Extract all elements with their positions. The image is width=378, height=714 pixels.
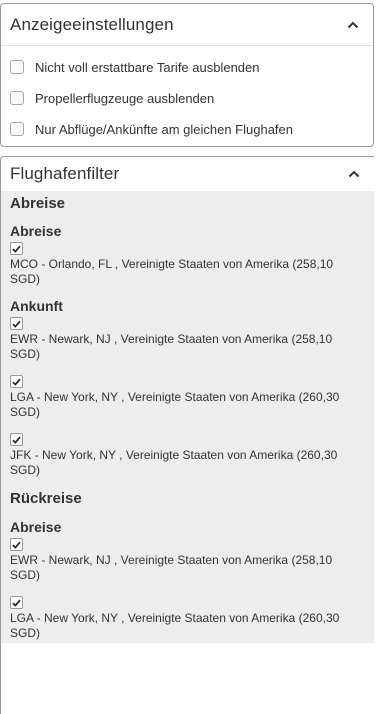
airport-filter-title: Flughafenfilter — [10, 164, 120, 183]
checkbox[interactable] — [10, 122, 24, 136]
airport-filter-body: Abreise Abreise MCO - Orlando, FL , Vere… — [1, 191, 374, 643]
checkbox-checked[interactable] — [10, 317, 23, 330]
chevron-up-icon[interactable] — [345, 17, 361, 33]
checkmark-icon — [12, 599, 21, 607]
option-hide-nonrefundable[interactable]: Nicht voll erstattbare Tarife ausblenden — [1, 53, 373, 81]
checkbox-checked[interactable] — [10, 596, 23, 609]
checkbox[interactable] — [10, 91, 24, 105]
display-settings-header[interactable]: Anzeigeeinstellungen — [1, 4, 373, 46]
option-label: Propellerflugzeuge ausblenden — [35, 90, 215, 106]
outbound-arrival-title: Ankunft — [10, 298, 63, 314]
checkbox-checked[interactable] — [10, 538, 23, 551]
airport-option-ewr-return[interactable]: EWR - Newark, NJ , Vereinigte Staaten vo… — [10, 538, 374, 583]
option-label: Nur Abflüge/Ankünfte am gleichen Flughaf… — [35, 121, 294, 137]
airport-option-lga[interactable]: LGA - New York, NY , Vereinigte Staaten … — [10, 375, 374, 420]
airport-label: LGA - New York, NY , Vereinigte Staaten … — [10, 611, 340, 640]
airport-label: MCO - Orlando, FL , Vereinigte Staaten v… — [10, 257, 334, 286]
checkmark-icon — [12, 245, 21, 253]
airport-label: EWR - Newark, NJ , Vereinigte Staaten vo… — [10, 553, 333, 582]
checkmark-icon — [12, 436, 21, 444]
checkbox-checked[interactable] — [10, 433, 23, 446]
outbound-departure-title: Abreise — [10, 223, 62, 239]
checkmark-icon — [12, 320, 21, 328]
airport-option-mco[interactable]: MCO - Orlando, FL , Vereinigte Staaten v… — [10, 242, 374, 287]
display-settings-panel: Anzeigeeinstellungen Nicht voll erstattb… — [0, 3, 374, 147]
option-same-airport[interactable]: Nur Abflüge/Ankünfte am gleichen Flughaf… — [1, 115, 373, 143]
airport-option-lga-return[interactable]: LGA - New York, NY , Vereinigte Staaten … — [10, 596, 374, 641]
option-hide-propeller[interactable]: Propellerflugzeuge ausblenden — [1, 84, 373, 112]
airport-label: LGA - New York, NY , Vereinigte Staaten … — [10, 390, 340, 419]
airport-label: EWR - Newark, NJ , Vereinigte Staaten vo… — [10, 332, 333, 361]
airport-filter-header[interactable]: Flughafenfilter — [1, 157, 374, 191]
display-settings-title: Anzeigeeinstellungen — [10, 14, 174, 34]
checkbox-checked[interactable] — [10, 242, 23, 255]
checkbox-checked[interactable] — [10, 375, 23, 388]
return-departure-title: Abreise — [10, 519, 62, 535]
checkmark-icon — [12, 541, 21, 549]
chevron-up-icon[interactable] — [346, 166, 362, 182]
airport-option-ewr[interactable]: EWR - Newark, NJ , Vereinigte Staaten vo… — [10, 317, 374, 362]
outbound-section-title: Abreise — [10, 195, 66, 212]
return-section-title: Rückreise — [10, 490, 82, 507]
airport-filter-panel: Flughafenfilter Abreise Abreise MCO - Or… — [0, 156, 374, 714]
checkmark-icon — [12, 378, 21, 386]
airport-label: JFK - New York, NY , Vereinigte Staaten … — [10, 448, 338, 477]
airport-option-jfk[interactable]: JFK - New York, NY , Vereinigte Staaten … — [10, 433, 374, 478]
checkbox[interactable] — [10, 60, 24, 74]
option-label: Nicht voll erstattbare Tarife ausblenden — [35, 59, 260, 75]
